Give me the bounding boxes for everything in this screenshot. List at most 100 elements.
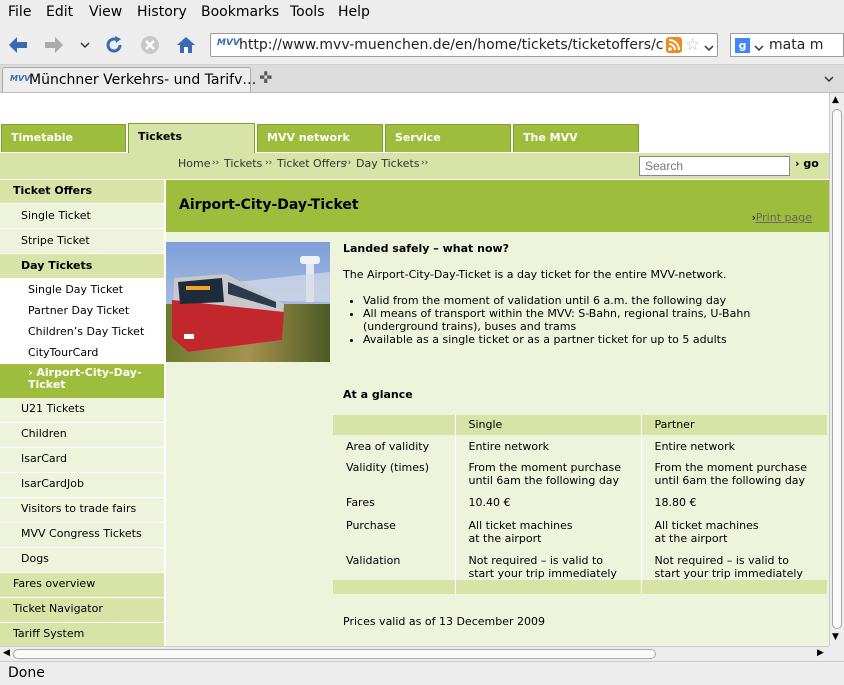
- list-item: Available as a single ticket or as a par…: [363, 333, 753, 346]
- table-cell: Entire network: [654, 440, 736, 453]
- new-tab-button[interactable]: ✜: [259, 68, 272, 87]
- prices-note: Prices valid as of 13 December 2009: [343, 615, 545, 628]
- sidebar-day-tickets[interactable]: Day Tickets: [0, 254, 164, 279]
- table-cell: All ticket machines at the airport: [654, 519, 759, 545]
- list-item: Valid from the moment of validation unti…: [363, 294, 753, 307]
- forward-button[interactable]: [42, 34, 66, 56]
- menu-help[interactable]: Help: [338, 4, 370, 20]
- table-cell: Area of validity: [333, 435, 456, 457]
- list-item: All means of transport within the MVV: S…: [363, 307, 753, 333]
- stop-button[interactable]: [138, 34, 162, 56]
- section-heading: Landed safely – what now?: [343, 242, 510, 255]
- site-search-input[interactable]: [639, 156, 790, 176]
- breadcrumb-ticket-offers[interactable]: Ticket Offers: [277, 157, 346, 170]
- site-tab-timetable[interactable]: Timetable: [1, 124, 126, 152]
- scroll-down-arrow-icon[interactable]: ▼: [832, 632, 839, 642]
- breadcrumb-separator: ››: [212, 158, 220, 168]
- sidebar-citytourcard[interactable]: CityTourCard: [0, 343, 164, 363]
- fares-table: Single Partner Area of validity Entire n…: [333, 415, 827, 594]
- reload-icon: [106, 36, 122, 53]
- sidebar-fares-overview[interactable]: Fares overview: [0, 573, 164, 598]
- menu-bookmarks[interactable]: Bookmarks: [201, 4, 279, 20]
- breadcrumb-separator: ››: [265, 158, 273, 168]
- stop-icon: [141, 36, 159, 54]
- google-search-engine-icon[interactable]: g: [735, 38, 750, 53]
- scroll-left-arrow-icon[interactable]: ◀: [3, 648, 10, 658]
- menu-tools[interactable]: Tools: [290, 4, 325, 20]
- sidebar-partner-day-ticket[interactable]: Partner Day Ticket: [0, 301, 164, 321]
- sidebar-single-ticket[interactable]: Single Ticket: [0, 204, 164, 229]
- search-engine-dropdown-icon[interactable]: [754, 42, 764, 55]
- chevron-down-icon: [824, 76, 834, 83]
- vertical-scrollbar[interactable]: ▲ ▼: [829, 93, 844, 646]
- feature-list: Valid from the moment of validation unti…: [345, 294, 753, 346]
- sidebar-mvv-congress-tickets[interactable]: MVV Congress Tickets: [0, 523, 164, 548]
- table-footer-row: [333, 580, 827, 594]
- url-text[interactable]: http://www.mvv-muenchen.de/en/home/ticke…: [239, 37, 669, 53]
- glance-heading: At a glance: [343, 388, 413, 401]
- sidebar-visitors-trade-fairs[interactable]: Visitors to trade fairs: [0, 498, 164, 523]
- title-band: Airport-City-Day-Ticket › Print page: [166, 180, 829, 232]
- scroll-up-arrow-icon[interactable]: ▲: [832, 95, 839, 105]
- vertical-scroll-thumb[interactable]: [832, 109, 842, 629]
- tab-favicon-icon: MVV: [10, 74, 31, 83]
- horizontal-scrollbar[interactable]: ◀ ▶: [0, 646, 829, 661]
- home-button[interactable]: [174, 34, 198, 56]
- sidebar-dogs[interactable]: Dogs: [0, 548, 164, 573]
- site-tab-service[interactable]: Service: [385, 124, 511, 152]
- sidebar-ticket-offers[interactable]: Ticket Offers: [0, 180, 164, 204]
- print-page-link[interactable]: Print page: [756, 211, 812, 224]
- sidebar-airport-city-day-ticket[interactable]: › Airport-City-Day-Ticket: [0, 364, 164, 398]
- browser-search-text[interactable]: mata m: [769, 37, 823, 53]
- sidebar-children[interactable]: Children: [0, 423, 164, 448]
- back-button[interactable]: [6, 34, 30, 56]
- horizontal-scroll-thumb[interactable]: [13, 649, 656, 659]
- reload-button[interactable]: [102, 34, 126, 56]
- web-page: Timetable Tickets MVV network Service Th…: [0, 93, 829, 646]
- sidebar-isarcard[interactable]: IsarCard: [0, 448, 164, 473]
- table-cell: Fares: [333, 492, 456, 514]
- breadcrumb-day-tickets[interactable]: Day Tickets: [356, 157, 420, 170]
- tab-bar: MVV Münchner Verkehrs- und Tarifv… ✜: [0, 65, 844, 93]
- tab-list-button[interactable]: [824, 73, 834, 86]
- navigation-toolbar: MVV http://www.mvv-muenchen.de/en/home/t…: [0, 26, 844, 65]
- status-text: Done: [8, 665, 45, 681]
- sidebar-tariff-system[interactable]: Tariff System: [0, 623, 164, 646]
- forward-arrow-icon: [45, 37, 63, 53]
- table-row: Fares 10.40 € 18.80 €: [333, 492, 827, 514]
- menu-edit[interactable]: Edit: [46, 4, 73, 20]
- sidebar-childrens-day-ticket[interactable]: Children’s Day Ticket: [0, 322, 164, 342]
- browser-tab[interactable]: MVV Münchner Verkehrs- und Tarifv…: [2, 67, 256, 92]
- table-header-cell: Single: [455, 415, 642, 435]
- site-tab-tickets[interactable]: Tickets: [128, 123, 255, 153]
- menu-history[interactable]: History: [137, 4, 187, 20]
- table-cell: Validity (times): [333, 457, 456, 492]
- table-header-row: Single Partner: [333, 415, 827, 435]
- bookmark-star-icon[interactable]: ☆: [685, 35, 700, 55]
- sidebar-single-day-ticket[interactable]: Single Day Ticket: [0, 280, 164, 300]
- rss-feed-icon[interactable]: [666, 37, 682, 56]
- menu-view[interactable]: View: [89, 4, 122, 20]
- table-header-cell: Partner: [641, 415, 827, 435]
- site-tab-mvv-network[interactable]: MVV network: [257, 124, 383, 152]
- intro-text: The Airport-City-Day-Ticket is a day tic…: [343, 268, 727, 281]
- sidebar-u21-tickets[interactable]: U21 Tickets: [0, 398, 164, 423]
- sidebar-isarcardjob[interactable]: IsarCardJob: [0, 473, 164, 498]
- site-tab-the-mvv[interactable]: The MVV: [513, 124, 639, 152]
- scroll-right-arrow-icon[interactable]: ▶: [817, 648, 824, 658]
- site-search-go-button[interactable]: › go: [795, 157, 819, 170]
- status-bar: Done: [0, 661, 844, 685]
- url-dropdown-icon[interactable]: [704, 42, 714, 55]
- chevron-down-icon: [80, 42, 90, 49]
- tab-title[interactable]: Münchner Verkehrs- und Tarifv…: [29, 72, 256, 88]
- url-bar[interactable]: MVV http://www.mvv-muenchen.de/en/home/t…: [210, 33, 718, 57]
- menu-file[interactable]: File: [8, 4, 31, 20]
- sidebar-ticket-navigator[interactable]: Ticket Navigator: [0, 598, 164, 623]
- breadcrumb-tickets[interactable]: Tickets: [224, 157, 262, 170]
- sidebar-stripe-ticket[interactable]: Stripe Ticket: [0, 229, 164, 254]
- table-row: Validation Not required – is valid to st…: [333, 549, 827, 580]
- history-dropdown[interactable]: [73, 34, 97, 56]
- browser-search-box[interactable]: g mata m: [730, 33, 844, 57]
- breadcrumb-home[interactable]: Home: [178, 157, 210, 170]
- table-cell: Validation: [333, 549, 456, 580]
